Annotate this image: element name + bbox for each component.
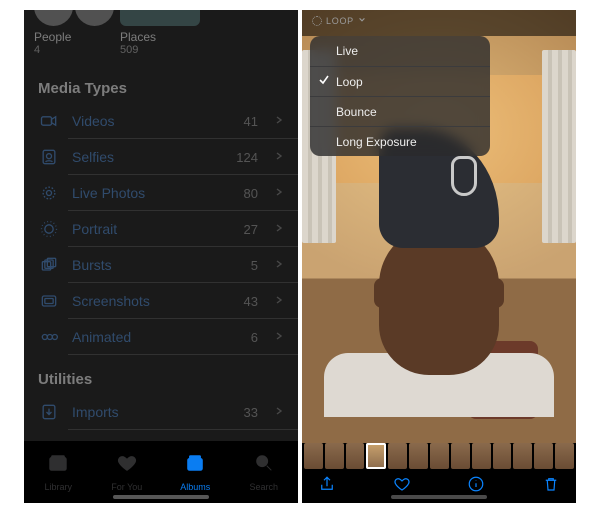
tab-search[interactable]: Search: [230, 441, 299, 503]
chevron-down-icon: [358, 16, 366, 26]
checkmark-icon: [318, 74, 330, 89]
tab-albums[interactable]: Albums: [161, 441, 230, 503]
filmstrip-thumb[interactable]: [534, 443, 553, 469]
filmstrip-thumb[interactable]: [451, 443, 470, 469]
effect-dropdown: Live Loop Bounce Long Exposure: [310, 36, 490, 156]
tab-label: Search: [249, 482, 278, 492]
filmstrip-thumb[interactable]: [472, 443, 491, 469]
effect-option-label: Live: [336, 44, 358, 58]
tab-for-you[interactable]: For You: [93, 441, 162, 503]
albums-icon: [184, 452, 206, 479]
tab-label: Albums: [180, 482, 210, 492]
tab-label: For You: [111, 482, 142, 492]
filmstrip-thumb[interactable]: [409, 443, 428, 469]
effect-badge[interactable]: LOOP: [312, 16, 366, 26]
effect-option-live[interactable]: Live: [310, 36, 490, 66]
delete-button[interactable]: [542, 475, 560, 498]
effect-option-long-exposure[interactable]: Long Exposure: [310, 126, 490, 156]
home-indicator: [113, 495, 209, 499]
share-button[interactable]: [318, 475, 336, 498]
effect-option-label: Loop: [336, 75, 363, 89]
filmstrip-thumb[interactable]: [346, 443, 365, 469]
effect-option-bounce[interactable]: Bounce: [310, 96, 490, 126]
filmstrip-thumb[interactable]: [430, 443, 449, 469]
tab-library[interactable]: Library: [24, 441, 93, 503]
tab-label: Library: [44, 482, 72, 492]
albums-screen: People 4 Places 509 Media TypesVideos41S…: [24, 10, 298, 503]
filmstrip-thumb[interactable]: [304, 443, 323, 469]
live-icon: [312, 16, 322, 26]
tab-bar: Library For You Albums Search: [24, 441, 298, 503]
filmstrip-thumb[interactable]: [555, 443, 574, 469]
live-photo-screen: LOOP Live Loop Bounce Long Exposure: [302, 10, 576, 503]
effect-option-label: Bounce: [336, 105, 377, 119]
search-icon: [253, 452, 275, 479]
home-indicator: [391, 495, 487, 499]
photo-viewport[interactable]: LOOP Live Loop Bounce Long Exposure: [302, 10, 576, 443]
filmstrip-thumb[interactable]: [366, 443, 386, 469]
library-icon: [47, 452, 69, 479]
effect-badge-label: LOOP: [326, 16, 354, 26]
effect-option-loop[interactable]: Loop: [310, 66, 490, 96]
filmstrip-thumb[interactable]: [493, 443, 512, 469]
filmstrip[interactable]: [302, 443, 576, 469]
effect-option-label: Long Exposure: [336, 135, 417, 149]
curtain-right: [542, 50, 576, 243]
filmstrip-thumb[interactable]: [513, 443, 532, 469]
for-you-icon: [116, 452, 138, 479]
filmstrip-thumb[interactable]: [388, 443, 407, 469]
filmstrip-thumb[interactable]: [325, 443, 344, 469]
dimming-overlay: [24, 10, 298, 503]
